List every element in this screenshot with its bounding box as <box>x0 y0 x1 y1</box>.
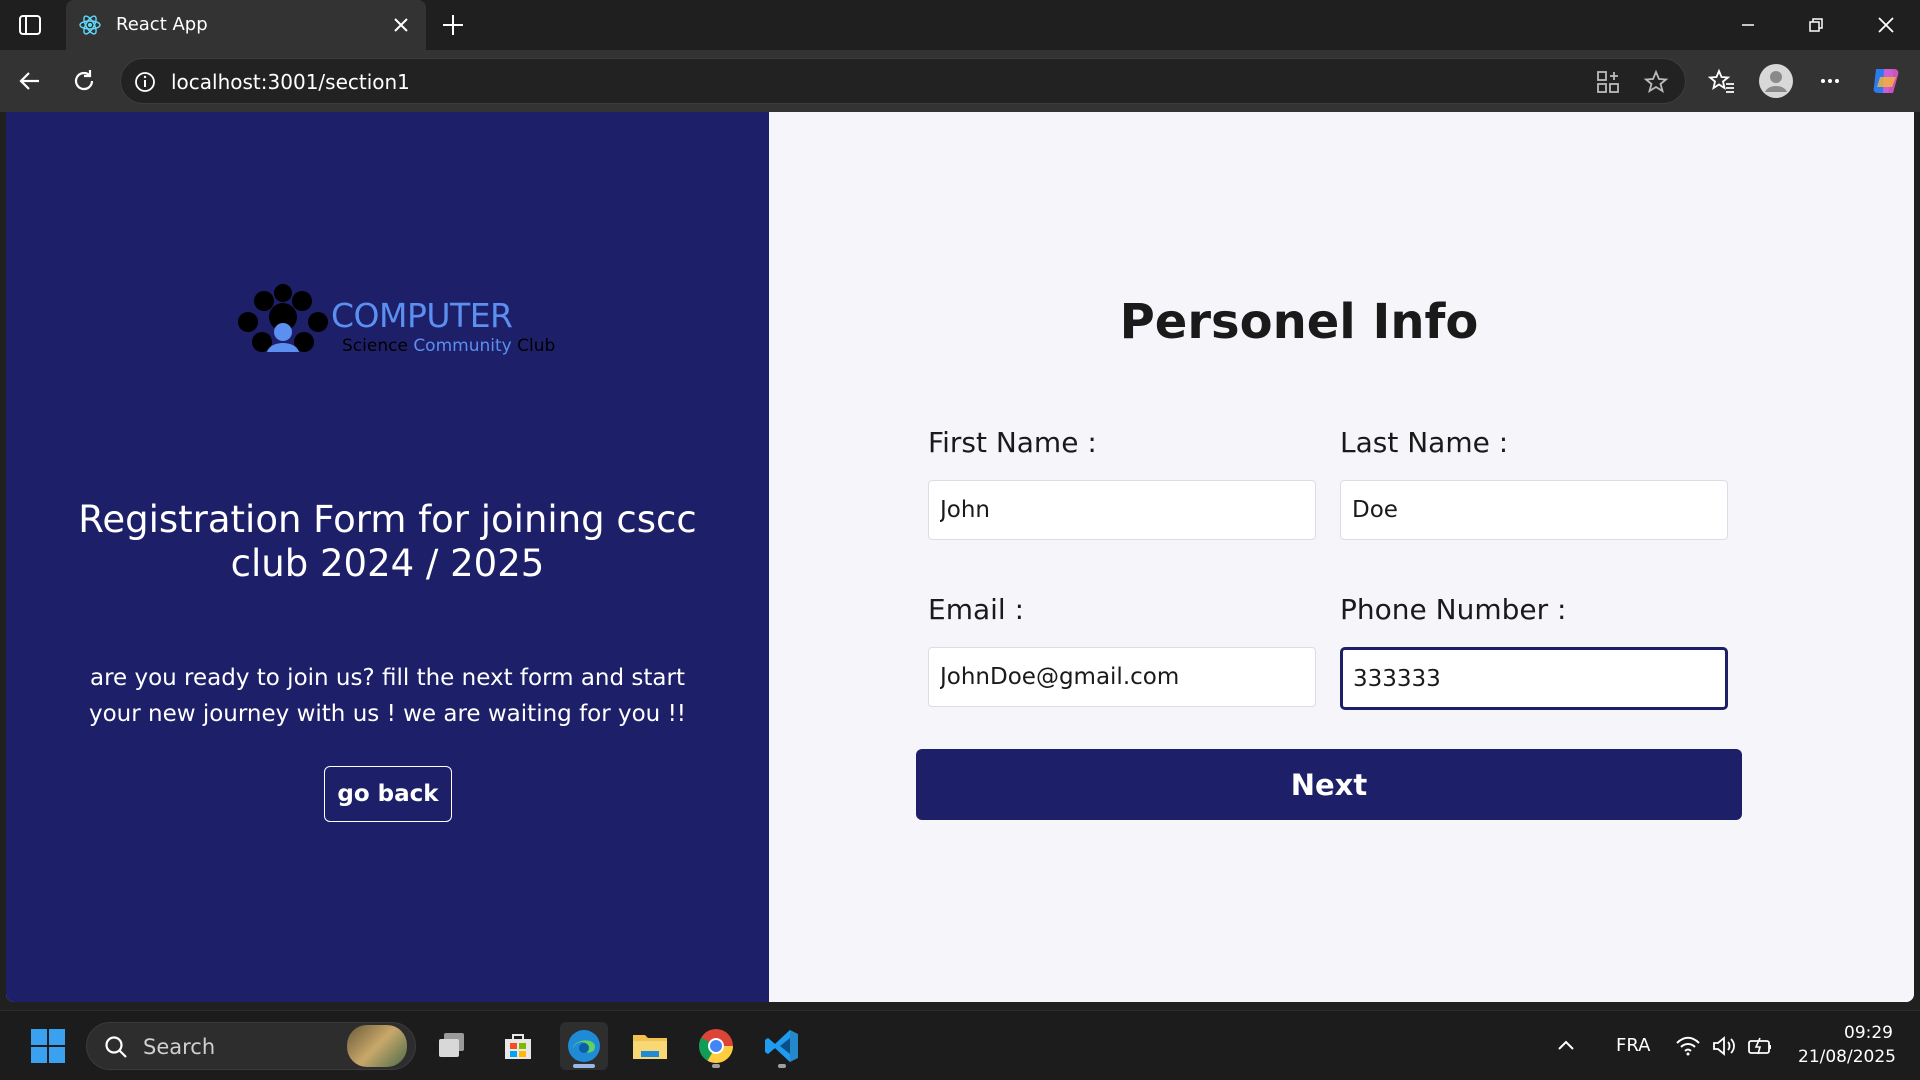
running-app-indicator <box>712 1064 720 1068</box>
page-viewport: COMPUTER Science Community Club Registra… <box>6 112 1914 1002</box>
windows-start-icon[interactable] <box>24 1022 72 1070</box>
logo-title: COMPUTER <box>331 296 513 335</box>
first-name-label: First Name : <box>928 426 1097 459</box>
file-explorer-icon[interactable] <box>626 1022 674 1070</box>
running-app-indicator <box>778 1064 786 1068</box>
url-text: localhost:3001/section1 <box>171 70 410 94</box>
browser-toolbar: localhost:3001/section1 <box>0 50 1920 112</box>
taskbar-search[interactable]: Search <box>86 1022 416 1070</box>
last-name-input[interactable] <box>1340 480 1728 540</box>
logo-subtitle: Science Community Club <box>342 336 555 356</box>
windows-taskbar: Search FRA 09:29 21/08/2025 <box>0 1010 1920 1080</box>
registration-description: are you ready to join us? fill the next … <box>88 665 687 727</box>
favorites-icon[interactable] <box>1706 65 1738 97</box>
language-indicator[interactable]: FRA <box>1616 1035 1650 1056</box>
left-panel: COMPUTER Science Community Club Registra… <box>6 112 769 1002</box>
tab-title: React App <box>116 14 208 35</box>
address-bar[interactable]: localhost:3001/section1 <box>120 58 1686 104</box>
phone-number-label: Phone Number : <box>1340 593 1567 626</box>
email-input[interactable] <box>928 647 1316 707</box>
tab-actions-icon[interactable] <box>14 10 46 40</box>
apps-grid-icon[interactable] <box>1595 69 1621 95</box>
active-app-indicator <box>573 1064 595 1068</box>
logo-sub-community: Community <box>413 336 512 356</box>
logo-sub-science: Science <box>342 336 408 356</box>
next-button[interactable]: Next <box>916 749 1742 820</box>
clock-time[interactable]: 09:29 <box>1844 1023 1893 1043</box>
phone-number-input[interactable] <box>1340 647 1728 710</box>
microsoft-store-icon[interactable] <box>494 1022 542 1070</box>
clock-date[interactable]: 21/08/2025 <box>1798 1047 1896 1067</box>
go-back-button[interactable]: go back <box>324 766 452 822</box>
form-title: Personel Info <box>1119 294 1479 350</box>
chrome-icon[interactable] <box>692 1022 740 1070</box>
task-view-icon[interactable] <box>428 1022 476 1070</box>
profile-avatar-icon[interactable] <box>1758 63 1794 99</box>
edge-browser-icon[interactable] <box>560 1022 608 1070</box>
search-highlight-image <box>347 1025 407 1067</box>
volume-icon[interactable] <box>1708 1022 1740 1070</box>
last-name-label: Last Name : <box>1340 426 1509 459</box>
registration-heading: Registration Form for joining cscc club … <box>78 498 697 585</box>
site-info-icon[interactable] <box>133 70 157 94</box>
favorite-star-icon[interactable] <box>1643 69 1669 95</box>
vscode-icon[interactable] <box>758 1022 806 1070</box>
email-label: Email : <box>928 593 1025 626</box>
back-arrow-icon[interactable] <box>14 65 46 97</box>
reload-icon[interactable] <box>68 65 100 97</box>
search-placeholder: Search <box>143 1035 216 1059</box>
wifi-icon[interactable] <box>1672 1022 1704 1070</box>
logo-sub-club: Club <box>517 336 556 356</box>
search-icon <box>105 1036 127 1058</box>
copilot-icon[interactable] <box>1868 63 1904 99</box>
form-panel: Personel Info First Name : Last Name : E… <box>769 112 1914 1002</box>
react-icon <box>78 13 102 37</box>
close-window-icon[interactable] <box>1866 10 1906 40</box>
tab-react-app[interactable]: React App <box>66 0 426 50</box>
chevron-up-icon[interactable] <box>1550 1022 1582 1070</box>
close-tab-icon[interactable] <box>390 14 412 36</box>
minimize-icon[interactable] <box>1728 10 1768 40</box>
club-logo: COMPUTER Science Community Club <box>234 282 555 362</box>
restore-icon[interactable] <box>1796 10 1836 40</box>
battery-charging-icon[interactable] <box>1744 1022 1776 1070</box>
new-tab-icon[interactable] <box>438 10 468 40</box>
browser-tab-strip: React App <box>0 0 1920 50</box>
community-people-icon <box>238 284 328 352</box>
more-options-icon[interactable] <box>1814 65 1846 97</box>
first-name-input[interactable] <box>928 480 1316 540</box>
